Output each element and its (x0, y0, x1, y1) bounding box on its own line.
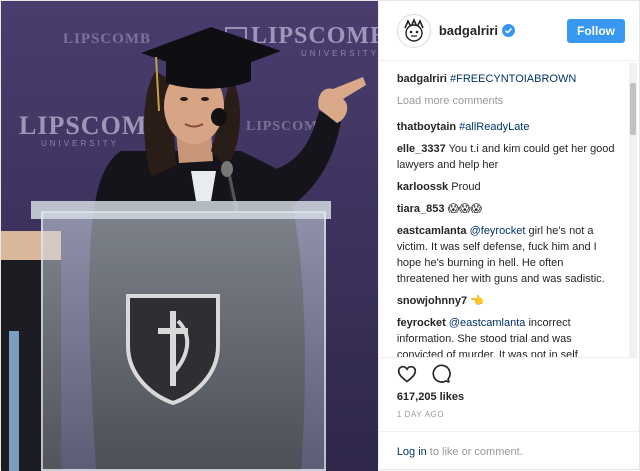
post-timestamp[interactable]: 1 DAY AGO (379, 410, 639, 419)
comment-item: elle_3337 You t.i and kim could get her … (397, 141, 625, 173)
comment-hashtag[interactable]: #allReadyLate (459, 121, 529, 133)
comment-item: thatboytain #allReadyLate (397, 119, 625, 135)
comment-text: 👈 (470, 294, 484, 307)
comments-scrollbar[interactable] (629, 63, 637, 357)
caption-hashtag[interactable]: #FREECYNTOIABROWN (450, 73, 576, 85)
scrollbar-thumb[interactable] (630, 83, 636, 135)
avatar[interactable] (396, 13, 431, 48)
comment-item: karloossk Proud (397, 179, 625, 195)
comment-text: 😱😱😱 (447, 202, 482, 215)
comment-username[interactable]: elle_3337 (397, 143, 446, 155)
caption-username[interactable]: badgalriri (397, 73, 447, 85)
comment-username[interactable]: snowjohnny7 (397, 295, 467, 307)
post-photo[interactable]: LIPSCOMB LIPSCOMB UNIVERSITY LIPSCOMB UN… (1, 1, 378, 471)
comment-username[interactable]: eastcamlanta (397, 225, 467, 237)
podium-shield-logo-icon (126, 294, 220, 406)
gown-stripe (9, 331, 19, 471)
comment-item: feyrocket @eastcamlanta incorrect inform… (397, 315, 625, 357)
verified-badge-icon (502, 24, 516, 37)
comment-mention[interactable]: @eastcamlanta (449, 317, 526, 329)
comments-list[interactable]: badgalriri #FREECYNTOIABROWN Load more c… (379, 61, 639, 357)
comment-bubble-icon[interactable] (431, 364, 451, 384)
load-more-comments-link[interactable]: Load more comments (397, 93, 625, 109)
post-details-panel: badgalriri Follow badgalriri #FREECYNTOI… (377, 1, 639, 471)
post-actions (378, 357, 639, 389)
follow-button[interactable]: Follow (567, 18, 625, 43)
comment-item: snowjohnny7 👈 (397, 293, 625, 309)
comment-text: Proud (451, 181, 481, 193)
comment-item: tiara_853 😱😱😱 (397, 201, 625, 217)
comment-mention[interactable]: @feyrocket (470, 225, 526, 237)
comment-username[interactable]: karloossk (397, 181, 448, 193)
likes-count[interactable]: 617,205 likes (379, 391, 639, 403)
post-header: badgalriri Follow (378, 1, 639, 61)
heart-icon[interactable] (397, 364, 417, 384)
caption: badgalriri #FREECYNTOIABROWN (397, 71, 625, 87)
comment-username[interactable]: tiara_853 (397, 203, 445, 215)
comment-username[interactable]: feyrocket (397, 317, 446, 329)
cartoon-avatar-icon (404, 17, 424, 42)
comment-item: eastcamlanta @feyrocket girl he's not a … (397, 223, 625, 287)
login-link[interactable]: Log in (397, 446, 427, 458)
login-prompt-text: to like or comment. (429, 445, 523, 458)
comment-username[interactable]: thatboytain (397, 121, 456, 133)
header-username[interactable]: badgalriri (439, 23, 498, 38)
instagram-post: LIPSCOMB LIPSCOMB UNIVERSITY LIPSCOMB UN… (0, 0, 640, 471)
login-prompt: Log in to like or comment. (378, 431, 639, 471)
